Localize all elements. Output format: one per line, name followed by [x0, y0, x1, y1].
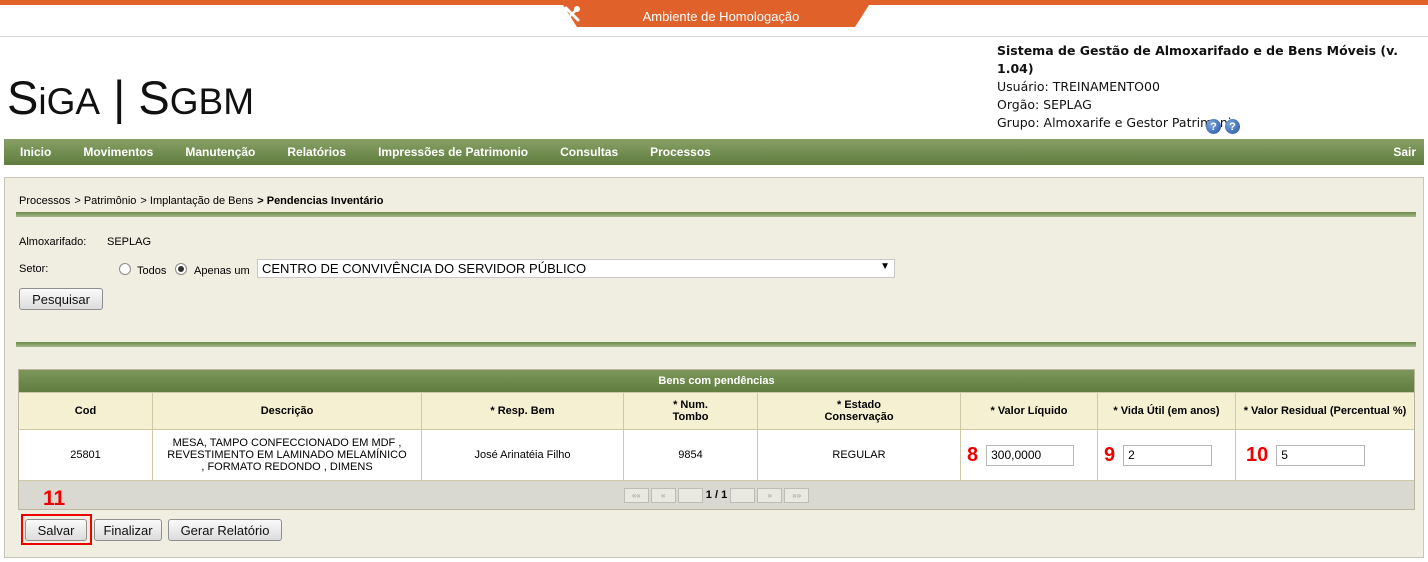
cell-estado: REGULAR — [758, 430, 961, 480]
step-marker-8: 8 — [967, 443, 979, 466]
header-descricao: Descrição — [153, 393, 422, 429]
menu-consultas[interactable]: Consultas — [544, 145, 634, 159]
valor-residual-input[interactable]: 5 — [1276, 444, 1366, 466]
content-panel: Processos > Patrimônio > Implantação de … — [4, 177, 1424, 558]
cell-resp-bem: José Arinatéia Filho — [422, 430, 624, 480]
menu-inicio[interactable]: Inicio — [4, 145, 67, 159]
breadcrumb-current: > Pendencias Inventário — [257, 195, 384, 207]
cell-descricao: MESA, TAMPO CONFECCIONADO EM MDF , REVES… — [153, 430, 422, 480]
vida-util-input[interactable]: 2 — [1123, 444, 1213, 466]
siga-sgbm-logo: SiGA | SGBM — [7, 71, 255, 124]
step-marker-11: 11 — [43, 487, 66, 510]
section-divider — [16, 212, 1416, 217]
header-resp-bem: * Resp. Bem — [422, 393, 624, 429]
cell-vida-util: 9 2 — [1098, 430, 1236, 480]
help-icon[interactable]: ? — [1206, 119, 1221, 134]
header-vida-util: * Vida Útil (em anos) — [1098, 393, 1236, 429]
setor-label: Setor: — [19, 263, 49, 275]
search-button[interactable]: Pesquisar — [19, 288, 103, 310]
almoxarifado-label: Almoxarifado: — [19, 236, 87, 248]
environment-label: Ambiente de Homologação — [642, 8, 800, 24]
header-valor-residual: * Valor Residual (Percentual %) — [1243, 405, 1407, 417]
generate-report-button[interactable]: Gerar Relatório — [168, 519, 282, 541]
prev-page-button[interactable]: « — [650, 487, 676, 503]
pagination: «« « 1 / 1 » »» — [19, 480, 1414, 509]
first-page-button[interactable]: «« — [623, 487, 649, 503]
menu-movimentos[interactable]: Movimentos — [67, 145, 169, 159]
next-page-button[interactable]: » — [757, 487, 783, 503]
menu-processos[interactable]: Processos — [634, 145, 727, 159]
finish-button[interactable]: Finalizar — [94, 519, 162, 541]
user-info: Usuário: TREINAMENTO00 — [997, 79, 1160, 94]
environment-banner: Ambiente de Homologação — [563, 5, 869, 27]
radio-todos[interactable] — [119, 263, 131, 275]
almoxarifado-value: SEPLAG — [107, 236, 152, 248]
step-marker-10: 10 — [1246, 443, 1269, 466]
system-title: Sistema de Gestão de Almoxarifado e de B… — [997, 43, 1398, 76]
help-icon[interactable]: ? — [1225, 119, 1240, 134]
header-divider — [0, 36, 1428, 37]
setor-select[interactable]: CENTRO DE CONVIVÊNCIA DO SERVIDOR PÚBLIC… — [257, 259, 895, 278]
table-row: 25801 MESA, TAMPO CONFECCIONADO EM MDF ,… — [19, 429, 1414, 480]
cell-cod: 25801 — [19, 430, 153, 480]
header-valor-liquido: * Valor Líquido — [961, 393, 1098, 429]
radio-apenas-um-label[interactable]: Apenas um — [194, 265, 250, 277]
page-box-right — [730, 487, 756, 503]
pendencias-table: Bens com pendências Cod Descrição * Resp… — [18, 369, 1415, 510]
setor-select-value: CENTRO DE CONVIVÊNCIA DO SERVIDOR PÚBLIC… — [262, 261, 587, 276]
save-button[interactable]: Salvar — [25, 519, 87, 541]
step-marker-9: 9 — [1104, 443, 1116, 466]
cell-valor-residual: 10 5 — [1236, 430, 1414, 480]
section-divider — [16, 342, 1416, 347]
main-menu: Inicio Movimentos Manutenção Relatórios … — [4, 139, 1424, 165]
radio-apenas-um[interactable] — [175, 263, 187, 275]
page-status: 1 / 1 — [705, 489, 728, 501]
chevron-down-icon: ▼ — [880, 261, 890, 272]
header-num-tombo: * Num. Tombo — [624, 393, 758, 429]
breadcrumb-processos[interactable]: Processos — [19, 195, 70, 207]
header-cod: Cod — [19, 393, 153, 429]
valor-liquido-input[interactable]: 300,0000 — [986, 444, 1075, 466]
page-box-left — [677, 487, 703, 503]
breadcrumb-patrimonio[interactable]: > Patrimônio — [74, 195, 136, 207]
last-page-button[interactable]: »» — [784, 487, 810, 503]
cell-valor-liquido: 8 300,0000 — [961, 430, 1098, 480]
table-header-row: Cod Descrição * Resp. Bem * Num. Tombo *… — [19, 392, 1414, 429]
radio-todos-label[interactable]: Todos — [137, 265, 166, 277]
header-estado-conservacao: * Estado Conservação — [758, 393, 961, 429]
table-title: Bens com pendências — [19, 370, 1414, 392]
menu-relatorios[interactable]: Relatórios — [271, 145, 362, 159]
cell-num-tombo: 9854 — [624, 430, 758, 480]
menu-manutencao[interactable]: Manutenção — [169, 145, 271, 159]
breadcrumb: Processos > Patrimônio > Implantação de … — [19, 195, 384, 207]
org-info: Orgão: SEPLAG — [997, 97, 1092, 112]
menu-impressoes[interactable]: Impressões de Patrimonio — [362, 145, 544, 159]
breadcrumb-implantacao[interactable]: > Implantação de Bens — [140, 195, 253, 207]
menu-exit[interactable]: Sair — [1377, 145, 1424, 159]
